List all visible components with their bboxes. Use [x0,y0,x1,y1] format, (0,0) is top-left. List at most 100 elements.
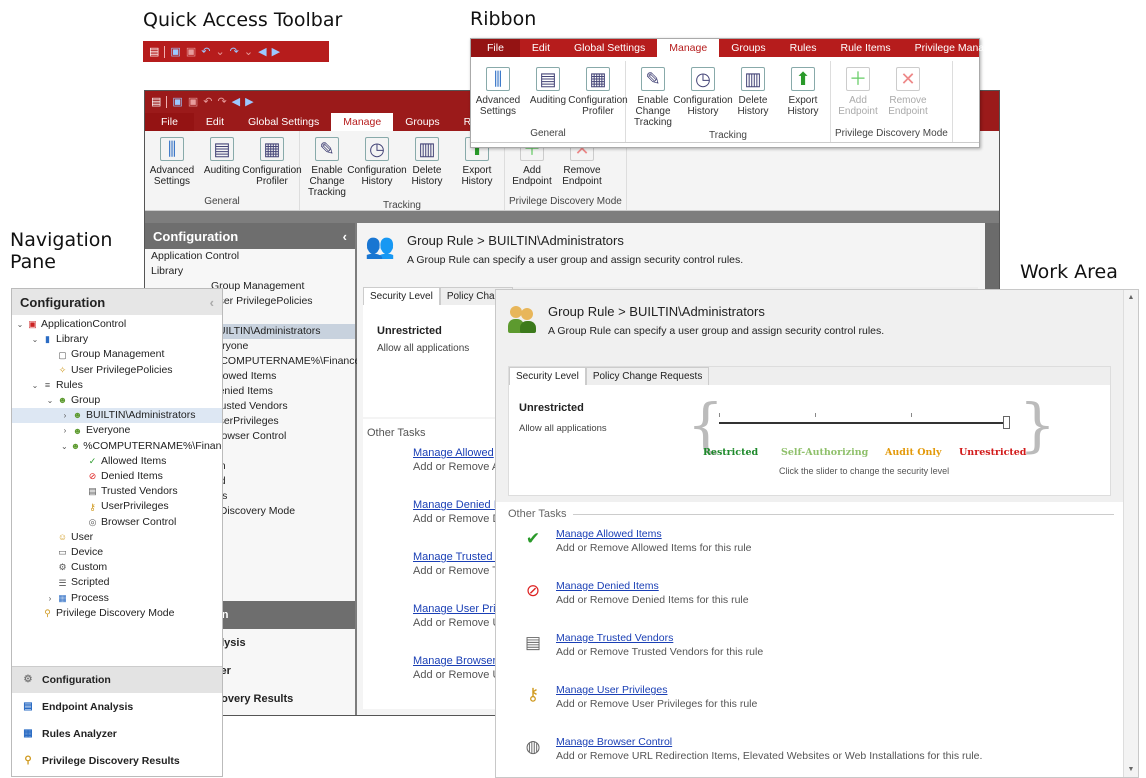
collapse-chevron-icon[interactable]: › [61,408,69,423]
group-rule-icon [508,304,538,334]
tree-item-userprivileges[interactable]: ⚷ UserPrivileges [12,499,222,514]
work-scrollbar[interactable]: ▲ ▼ [1123,290,1138,777]
back-nav-item[interactable]: Application Control [151,249,355,264]
tree-item-denied-items[interactable]: ⊘ Denied Items [12,469,222,484]
tab-rule-items[interactable]: Rule Items [828,39,902,57]
tree-item-allowed-items[interactable]: ✓ Allowed Items [12,454,222,469]
delete-history-button[interactable]: ▥ Delete History [404,134,450,198]
back-tab-file[interactable]: File [145,113,194,131]
configuration-history-button[interactable]: ◷ Configuration History [347,134,407,198]
task-link[interactable]: Manage Trusted Vendors [556,632,673,644]
tree-item-trusted-vendors[interactable]: ▤ Trusted Vendors [12,484,222,499]
save-icon[interactable]: ▣ [172,93,182,111]
task-link[interactable]: Manage User Privileges [556,684,667,696]
back-tab-edit[interactable]: Edit [194,113,236,131]
advanced-settings-button[interactable]: ⫼ Advanced Settings [149,134,195,194]
privilege-policy-icon: ✧ [58,364,67,375]
tree-item-browser-control[interactable]: ◎ Browser Control [12,515,222,530]
redo-dropdown-icon[interactable]: ⌄ [244,43,253,61]
configuration-history-button[interactable]: ◷ Configuration History [673,64,733,128]
slider-label-unrestricted[interactable]: Unrestricted [959,447,1026,458]
app-menu-icon[interactable]: ▤ [149,43,159,61]
slider-label-restricted[interactable]: Restricted [703,447,758,458]
tree-item-group[interactable]: ⌄ ☻ Group [12,393,222,408]
task-link[interactable]: Manage Denied Items [556,580,659,592]
expand-chevron-icon[interactable]: ⌄ [31,378,39,393]
tab-policy-change-requests[interactable]: Policy Change Requests [585,367,710,385]
add-endpoint-button[interactable]: ＋ Add Endpoint [835,64,881,126]
tab-file[interactable]: File [471,39,520,57]
expand-chevron-icon[interactable]: ⌄ [31,332,39,347]
export-history-button[interactable]: ⬆ Export History [780,64,826,128]
back-tab-security-level[interactable]: Security Level [363,287,440,305]
back-tab-groups[interactable]: Groups [393,113,451,131]
configuration-profiler-button[interactable]: ▦ Configuration Profiler [242,134,302,194]
undo-dropdown-icon[interactable]: ⌄ [215,43,224,61]
slider-track[interactable] [719,422,1009,424]
task-link[interactable]: Manage Browser Control [556,736,672,748]
tab-global-settings[interactable]: Global Settings [562,39,657,57]
tree-item-scripted[interactable]: ☰ Scripted [12,575,222,590]
configuration-profiler-button[interactable]: ▦ Configuration Profiler [568,64,628,126]
expand-chevron-icon[interactable]: ⌄ [61,439,68,454]
back-nav-item[interactable]: Library [151,264,355,279]
back-arrow-icon[interactable]: ◀ [258,43,266,61]
nav-button-endpoint-analysis[interactable]: ▤ Endpoint Analysis [12,693,222,720]
advanced-settings-button[interactable]: ⫼ Advanced Settings [475,64,521,126]
undo-icon[interactable]: ↶ [201,43,210,61]
tree-item-group-management[interactable]: ▢ Group Management [12,347,222,362]
collapse-chevron-icon[interactable]: › [61,423,69,438]
scroll-up-icon[interactable]: ▲ [1124,294,1138,301]
redo-icon[interactable]: ↷ [217,93,226,111]
tree-item-user[interactable]: ☺ User [12,530,222,545]
save-all-icon[interactable]: ▣ [186,43,196,61]
tree-item-applicationcontrol[interactable]: ⌄ ▣ ApplicationControl [12,317,222,332]
remove-endpoint-button[interactable]: ✕ Remove Endpoint [885,64,931,126]
tree-item-everyone[interactable]: › ☻ Everyone [12,423,222,438]
slider-label-self-authorizing[interactable]: Self-Authorizing [781,447,868,458]
task-link[interactable]: Manage Allowed Items [556,528,662,540]
tab-security-level[interactable]: Security Level [509,367,586,385]
collapse-chevron-icon[interactable]: › [46,591,54,606]
slider-thumb[interactable] [1003,416,1010,429]
nav-button-configuration[interactable]: ⚙ Configuration [12,666,222,693]
tree-item-label: Trusted Vendors [101,485,178,498]
tree-item-custom[interactable]: ⚙ Custom [12,560,222,575]
tab-rules[interactable]: Rules [778,39,829,57]
tree-item-rules[interactable]: ⌄ ≡ Rules [12,378,222,393]
tab-edit[interactable]: Edit [520,39,562,57]
back-arrow-icon[interactable]: ◀ [232,93,240,111]
delete-history-button[interactable]: ▥ Delete History [730,64,776,128]
forward-arrow-icon[interactable]: ▶ [245,93,253,111]
tree-item-privilege-discovery-mode[interactable]: ⚲ Privilege Discovery Mode [12,606,222,621]
save-all-icon[interactable]: ▣ [188,93,198,111]
forward-arrow-icon[interactable]: ▶ [272,43,280,61]
enable-change-tracking-button[interactable]: ✎ Enable Change Tracking [630,64,676,128]
save-icon[interactable]: ▣ [170,43,180,61]
tree-item-device[interactable]: ▭ Device [12,545,222,560]
nav-button-rules-analyzer[interactable]: ▦ Rules Analyzer [12,720,222,747]
collapse-chevron-icon[interactable]: ‹ [210,295,214,310]
auditing-button[interactable]: ▤ Auditing [525,64,571,126]
scroll-down-icon[interactable]: ▼ [1124,766,1138,773]
back-tab-global-settings[interactable]: Global Settings [236,113,331,131]
nav-button-privilege-discovery-results[interactable]: ⚲ Privilege Discovery Results [12,747,222,774]
tree-item-computername-finance[interactable]: ⌄ ☻ %COMPUTERNAME%\Finance [12,439,222,454]
slider-label-audit-only[interactable]: Audit Only [885,447,942,458]
tree-item-user-privilegepolicies[interactable]: ✧ User PrivilegePolicies [12,363,222,378]
security-slider[interactable] [719,413,1010,433]
app-menu-icon[interactable]: ▤ [151,93,161,111]
tab-privilege-management[interactable]: Privilege Management [903,39,1031,57]
tree-item-library[interactable]: ⌄ ▮ Library [12,332,222,347]
undo-icon[interactable]: ↶ [203,93,212,111]
expand-chevron-icon[interactable]: ⌄ [16,317,24,332]
tab-manage[interactable]: Manage [657,39,720,57]
tree-item-process[interactable]: › ▦ Process [12,591,222,606]
back-tab-manage[interactable]: Manage [331,113,394,131]
tab-groups[interactable]: Groups [719,39,777,57]
enable-change-tracking-button[interactable]: ✎ Enable Change Tracking [304,134,350,198]
tree-item-builtin-administrators[interactable]: › ☻ BUILTIN\Administrators [12,408,222,424]
auditing-button[interactable]: ▤ Auditing [199,134,245,194]
redo-icon[interactable]: ↷ [230,43,239,61]
expand-chevron-icon[interactable]: ⌄ [46,393,54,408]
